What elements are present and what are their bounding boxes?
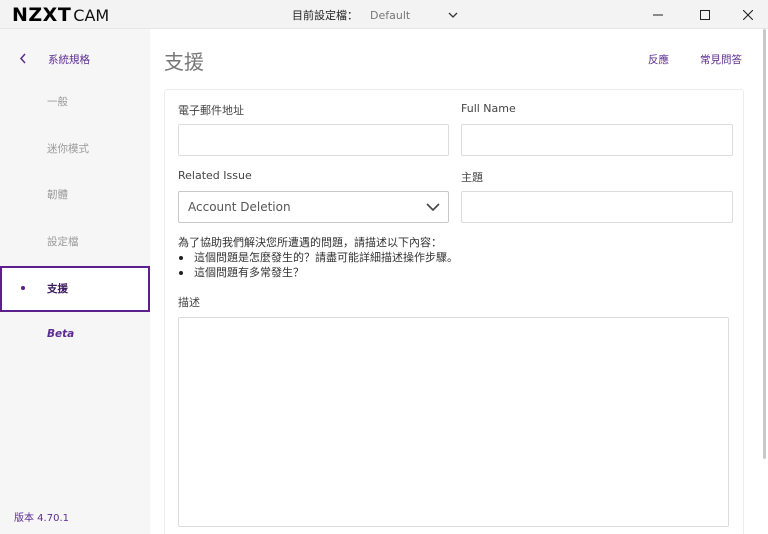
sidebar-item-label: Beta bbox=[47, 328, 75, 340]
maximize-icon bbox=[700, 9, 710, 20]
sidebar-item-profiles[interactable]: 設定檔 bbox=[0, 219, 150, 265]
sidebar-item-beta[interactable]: Beta bbox=[0, 313, 150, 359]
logo-product: CAM bbox=[73, 6, 110, 25]
subject-field[interactable] bbox=[461, 191, 733, 223]
full-name-field[interactable] bbox=[461, 124, 733, 156]
instructions-intro: 為了協助我們解決您所遭遇的問題，請描述以下內容： bbox=[178, 236, 442, 249]
chevron-left-icon[interactable] bbox=[19, 53, 27, 64]
chevron-down-icon bbox=[426, 203, 440, 212]
nzxt-cam-logo: NZXT CAM bbox=[12, 4, 109, 26]
profile-label: 目前設定檔： bbox=[292, 9, 358, 22]
sidebar-item-label: 支援 bbox=[47, 283, 68, 295]
main-content: 支援 反應 常見問答 電子郵件地址 Full Name Related Issu… bbox=[150, 29, 768, 534]
sidebar-item-firmware[interactable]: 韌體 bbox=[0, 172, 150, 218]
related-issue-value: Account Deletion bbox=[188, 200, 291, 214]
instructions-list: 這個問題是怎麼發生的？請盡可能詳細描述操作步驟。 這個問題有多常發生？ bbox=[178, 250, 458, 280]
title-bar: NZXT CAM 目前設定檔： Default bbox=[0, 0, 768, 29]
sidebar-item-label: 迷你模式 bbox=[47, 143, 89, 155]
sidebar-item-label: 韌體 bbox=[47, 189, 68, 201]
maximize-button[interactable] bbox=[685, 0, 725, 29]
email-label: 電子郵件地址 bbox=[178, 104, 244, 117]
sidebar-item-support[interactable]: 支援 bbox=[0, 266, 150, 312]
related-issue-select[interactable]: Account Deletion bbox=[178, 191, 449, 223]
minimize-icon bbox=[653, 14, 663, 15]
sidebar-item-mini-mode[interactable]: 迷你模式 bbox=[0, 126, 150, 172]
sidebar-back-system-specs[interactable]: 系統規格 bbox=[0, 47, 150, 71]
sidebar-back-label[interactable]: 系統規格 bbox=[48, 52, 90, 67]
logo-wordmark: NZXT bbox=[12, 4, 72, 26]
profile-value[interactable]: Default bbox=[370, 9, 448, 22]
description-textarea[interactable] bbox=[178, 317, 729, 527]
feedback-link[interactable]: 反應 bbox=[648, 52, 669, 67]
subject-label: 主題 bbox=[461, 171, 483, 184]
sidebar: 系統規格 一般 迷你模式 韌體 設定檔 支援 Beta 版本 4.70.1 bbox=[0, 29, 150, 534]
minimize-button[interactable] bbox=[638, 0, 678, 29]
list-item: 這個問題是怎麼發生的？請盡可能詳細描述操作步驟。 bbox=[178, 250, 458, 265]
full-name-label: Full Name bbox=[461, 102, 516, 115]
email-field[interactable] bbox=[178, 124, 449, 156]
profile-selector[interactable]: 目前設定檔： Default bbox=[292, 7, 458, 23]
description-label: 描述 bbox=[178, 296, 200, 309]
chevron-down-icon[interactable] bbox=[448, 10, 458, 20]
faq-link[interactable]: 常見問答 bbox=[700, 52, 742, 67]
close-icon bbox=[743, 9, 753, 20]
sidebar-item-label: 設定檔 bbox=[47, 236, 79, 248]
list-item: 這個問題有多常發生？ bbox=[178, 265, 458, 280]
active-indicator bbox=[21, 286, 25, 290]
page-title: 支援 bbox=[164, 50, 204, 74]
support-form: 電子郵件地址 Full Name Related Issue Account D… bbox=[164, 89, 744, 534]
close-button[interactable] bbox=[728, 0, 768, 29]
sidebar-item-general[interactable]: 一般 bbox=[0, 79, 150, 125]
scrollbar[interactable] bbox=[763, 29, 766, 459]
instructions: 為了協助我們解決您所遭遇的問題，請描述以下內容： 這個問題是怎麼發生的？請盡可能… bbox=[178, 235, 458, 280]
related-issue-label: Related Issue bbox=[178, 169, 252, 182]
version-label: 版本 4.70.1 bbox=[14, 513, 69, 524]
sidebar-item-label: 一般 bbox=[47, 96, 68, 108]
